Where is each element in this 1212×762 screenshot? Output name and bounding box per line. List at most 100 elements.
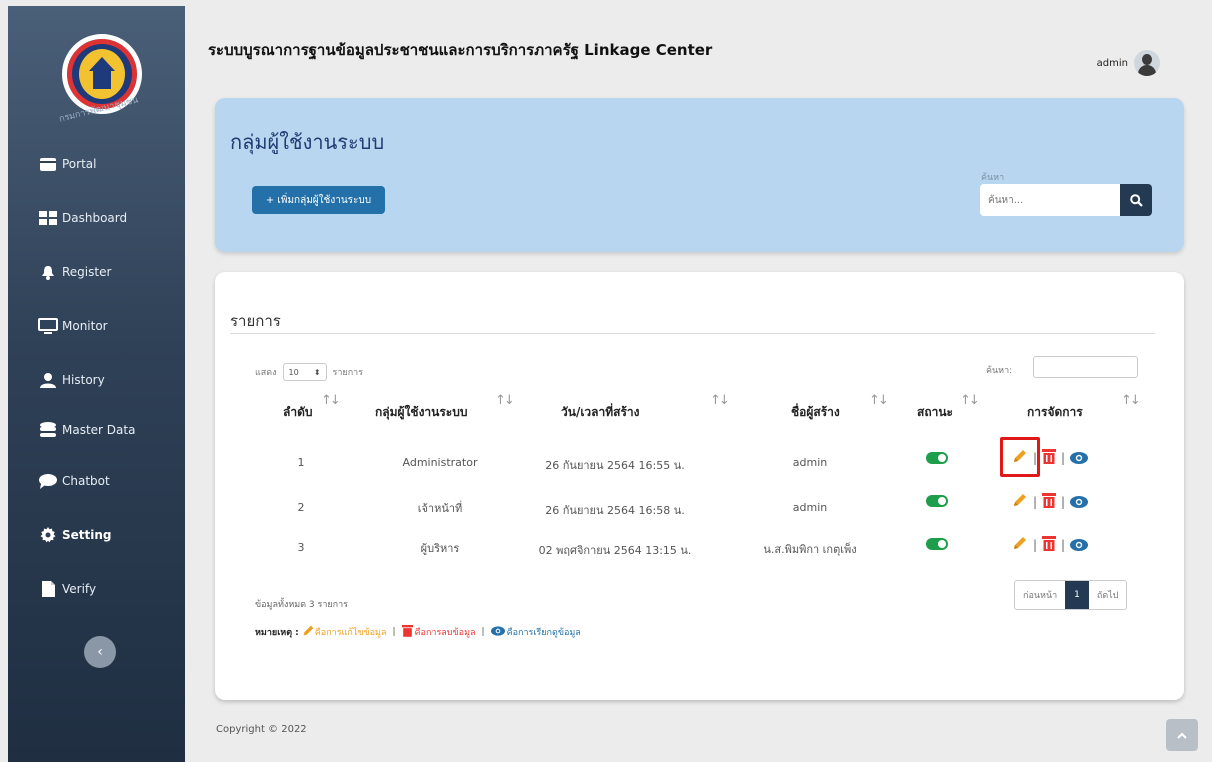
bell-icon <box>38 264 58 280</box>
trash-icon <box>401 624 413 640</box>
note-edit: คือการแก้ไขข้อมูล <box>314 628 387 638</box>
sidebar-item-history[interactable]: History <box>38 369 105 391</box>
sidebar-item-setting[interactable]: Setting <box>38 524 112 546</box>
row-actions: | | <box>1012 492 1089 512</box>
page-length-select[interactable]: 10 ⬍ <box>282 363 327 381</box>
table-cell-group: ผู้บริหาร <box>420 542 460 555</box>
sidebar-item-label: Chatbot <box>62 474 110 488</box>
app-title: ระบบบูรณาการฐานข้อมูลประชาชนและการบริการ… <box>208 41 713 59</box>
eye-icon[interactable] <box>1070 536 1089 555</box>
action-separator: | <box>1061 538 1066 552</box>
pagination-prev[interactable]: ก่อนหน้า <box>1015 581 1065 609</box>
file-icon <box>38 581 58 597</box>
edit-icon[interactable] <box>1012 535 1028 555</box>
list-title: รายการ <box>230 312 281 330</box>
username: admin <box>1096 57 1128 69</box>
monitor-icon <box>38 318 58 334</box>
table-cell-no: 1 <box>297 456 305 469</box>
note-separator: | <box>481 627 485 637</box>
sidebar-item-label: History <box>62 373 105 387</box>
eye-icon <box>490 625 505 639</box>
edit-icon <box>302 624 315 640</box>
page-length-value: 10 <box>288 367 299 377</box>
trash-icon[interactable] <box>1042 535 1057 555</box>
chat-icon <box>38 473 58 489</box>
divider <box>230 333 1155 334</box>
legend-note: หมายเหตุ : คือการแก้ไขข้อมูล | คือการลบข… <box>255 624 581 640</box>
copyright: Copyright © 2022 <box>216 724 307 735</box>
sort-icon[interactable]: ↑↓ <box>869 393 889 408</box>
row-actions: | | <box>1012 535 1089 555</box>
sidebar-item-label: Master Data <box>62 423 136 437</box>
select-arrows-icon: ⬍ <box>313 367 321 377</box>
action-separator: | <box>1061 451 1066 465</box>
page-title: กลุ่มผู้ใช้งานระบบ <box>230 130 385 154</box>
pagination-next[interactable]: ถัดไป <box>1089 581 1127 609</box>
sidebar-item-verify[interactable]: Verify <box>38 578 96 600</box>
sidebar-item-dashboard[interactable]: Dashboard <box>38 207 127 229</box>
sort-icon[interactable]: ↑↓ <box>1121 393 1141 408</box>
column-header-actions[interactable]: การจัดการ <box>1027 403 1083 422</box>
note-separator: | <box>392 627 396 637</box>
scroll-top-button[interactable] <box>1166 719 1198 751</box>
page-length-prefix: แสดง <box>255 368 277 378</box>
trash-icon[interactable] <box>1042 492 1057 512</box>
column-header-created[interactable]: วัน/เวลาที่สร้าง <box>561 403 640 422</box>
column-header-creator[interactable]: ชื่อผู้สร้าง <box>791 403 840 422</box>
sidebar: กรมการพัฒนาชุมชน Portal Dashboard Regist… <box>8 6 185 762</box>
search-input[interactable] <box>980 184 1120 216</box>
trash-icon[interactable] <box>1042 448 1057 468</box>
add-user-group-button[interactable]: + เพิ่มกลุ่มผู้ใช้งานระบบ <box>252 186 385 214</box>
column-header-group[interactable]: กลุ่มผู้ใช้งานระบบ <box>375 403 468 422</box>
sidebar-item-portal[interactable]: Portal <box>38 153 96 175</box>
portal-icon <box>38 156 58 172</box>
sort-icon[interactable]: ↑↓ <box>960 393 980 408</box>
column-header-no[interactable]: ลำดับ <box>283 403 313 422</box>
sidebar-item-label: Verify <box>62 582 97 596</box>
sidebar-item-chatbot[interactable]: Chatbot <box>38 470 110 492</box>
user-menu[interactable]: admin <box>1097 50 1160 76</box>
pagination-page[interactable]: 1 <box>1065 581 1089 609</box>
table-cell-created: 26 กันยายน 2564 16:55 น. <box>545 459 685 472</box>
table-info: ข้อมูลทั้งหมด 3 รายการ <box>255 600 348 610</box>
user-icon <box>38 372 58 388</box>
status-toggle[interactable] <box>926 538 948 550</box>
logo-emblem <box>79 49 125 99</box>
table-cell-created: 26 กันยายน 2564 16:58 น. <box>545 504 685 517</box>
sidebar-item-master-data[interactable]: Master Data <box>38 419 135 441</box>
action-separator: | <box>1033 538 1038 552</box>
avatar[interactable] <box>1134 50 1160 76</box>
sidebar-item-register[interactable]: Register <box>38 261 111 283</box>
eye-icon[interactable] <box>1070 449 1089 468</box>
sidebar-item-label: Register <box>62 265 112 279</box>
table-cell-no: 2 <box>297 501 305 514</box>
chevron-left-icon: ‹ <box>97 644 103 660</box>
sort-icon[interactable]: ↑↓ <box>710 393 730 408</box>
sidebar-item-monitor[interactable]: Monitor <box>38 315 108 337</box>
pagination: ก่อนหน้า 1 ถัดไป <box>1014 580 1128 610</box>
edit-highlight-box <box>1000 437 1040 477</box>
list-card: รายการ แสดง 10 ⬍ รายการ ค้นหา: ลำดับ ↑↓ … <box>215 272 1184 700</box>
gear-icon <box>38 527 58 543</box>
sidebar-item-label: Dashboard <box>62 211 128 225</box>
sort-icon[interactable]: ↑↓ <box>495 393 515 408</box>
search-label: ค้นหา <box>981 173 1005 183</box>
eye-icon[interactable] <box>1070 493 1089 512</box>
status-toggle[interactable] <box>926 452 948 464</box>
table-cell-creator: admin <box>792 456 828 469</box>
sidebar-collapse-button[interactable]: ‹ <box>84 636 116 668</box>
sidebar-item-label: Portal <box>62 157 97 171</box>
table-cell-creator: น.ส.พิมพิกา เกตุเพ็ง <box>763 543 857 556</box>
dashboard-icon <box>38 210 58 226</box>
search-button[interactable] <box>1120 184 1152 216</box>
search-icon <box>1129 193 1143 207</box>
note-view: คือการเรียกดูข้อมูล <box>506 628 581 638</box>
filter-label: ค้นหา: <box>986 366 1013 376</box>
filter-input[interactable] <box>1033 356 1138 378</box>
edit-icon[interactable] <box>1012 492 1028 512</box>
sort-icon[interactable]: ↑↓ <box>321 393 341 408</box>
note-prefix: หมายเหตุ : <box>255 628 299 638</box>
table-cell-group: เจ้าหน้าที่ <box>417 502 463 515</box>
column-header-status[interactable]: สถานะ <box>917 403 953 422</box>
status-toggle[interactable] <box>926 495 948 507</box>
